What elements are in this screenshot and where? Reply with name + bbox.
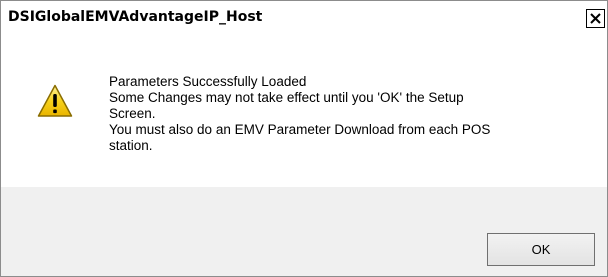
ok-button[interactable]: OK xyxy=(487,233,595,266)
button-bar: OK xyxy=(1,187,607,276)
message-line: Screen. xyxy=(109,106,156,121)
message-line: You must also do an EMV Parameter Downlo… xyxy=(109,122,491,137)
close-icon xyxy=(590,13,601,24)
message-line: Some Changes may not take effect until y… xyxy=(109,90,464,105)
dialog-content: Parameters Successfully Loaded Some Chan… xyxy=(1,34,607,187)
message-line: Parameters Successfully Loaded xyxy=(109,74,307,89)
warning-icon xyxy=(37,84,73,117)
title-bar[interactable]: DSIGlobalEMVAdvantageIP_Host xyxy=(1,1,607,34)
close-button[interactable] xyxy=(586,9,605,28)
message-dialog: DSIGlobalEMVAdvantageIP_Host Parameters … xyxy=(0,0,608,277)
window-title: DSIGlobalEMVAdvantageIP_Host xyxy=(8,9,263,25)
message-text: Parameters Successfully Loaded Some Chan… xyxy=(109,74,579,154)
message-line: station. xyxy=(109,138,153,153)
